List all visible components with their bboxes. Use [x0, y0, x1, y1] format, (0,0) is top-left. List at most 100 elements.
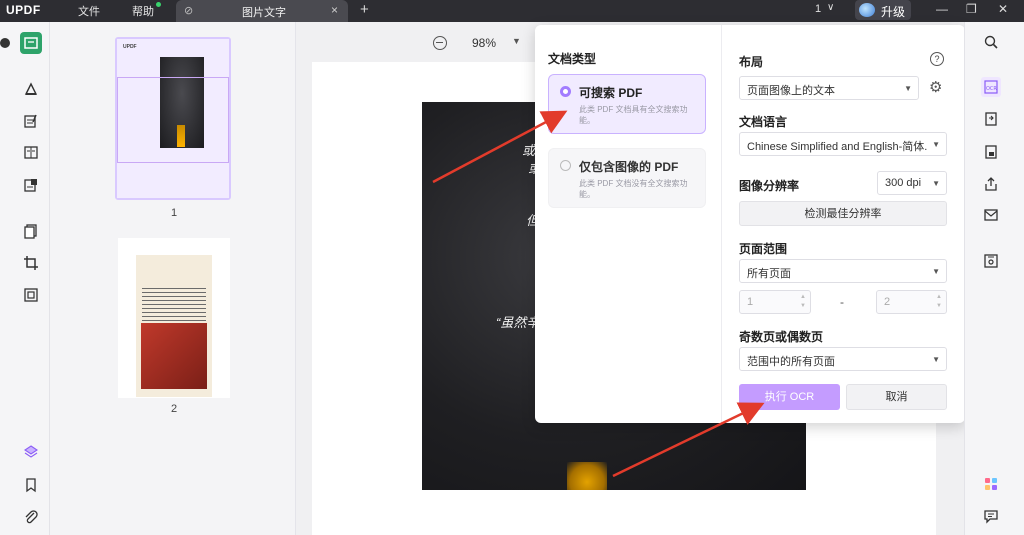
page-range-label: 页面范围 [739, 242, 788, 256]
highlighter-icon [24, 82, 38, 95]
thumbnail-panel: UPDF 1 2 [50, 22, 296, 535]
minimize-button[interactable]: — [936, 2, 948, 16]
page-number-1: 1 [171, 207, 178, 219]
odd-even-value: 范围中的所有页面 [747, 356, 835, 368]
left-tool-rail [0, 22, 50, 535]
resolution-select[interactable]: 300 dpi ▼ [877, 171, 947, 195]
help-icon[interactable]: ? [930, 52, 944, 66]
email-button[interactable] [981, 205, 1001, 225]
upgrade-button[interactable]: 升级 [855, 0, 911, 20]
open-window-count[interactable]: 1 [815, 3, 821, 15]
protect-button[interactable] [981, 142, 1001, 162]
option-desc: 此类 PDF 文档具有全文搜索功能。 [579, 105, 688, 125]
save-button[interactable] [981, 251, 1001, 271]
convert-icon [985, 112, 997, 126]
option-searchable-pdf[interactable]: 可搜索 PDF 此类 PDF 文档具有全文搜索功能。 [548, 74, 706, 134]
road-light [567, 462, 607, 490]
option-title: 仅包含图像的 PDF [579, 160, 679, 174]
document-tab[interactable]: ⊘ 图片文字 × [176, 0, 348, 22]
new-tab-button[interactable]: + [360, 1, 369, 18]
dialog-divider [721, 25, 722, 423]
resolution-label: 图像分辨率 [739, 179, 800, 193]
stepper-icon[interactable]: ▲ ▼ [800, 293, 806, 311]
radio-unselected[interactable] [560, 160, 571, 171]
collapse-handle[interactable] [0, 38, 10, 48]
range-to-value: 2 [884, 296, 891, 308]
option-image-only-pdf[interactable]: 仅包含图像的 PDF 此类 PDF 文档没有全文搜索功能。 [548, 148, 706, 208]
chevron-down-icon: ▼ [932, 355, 940, 364]
page-number-2: 2 [171, 403, 178, 415]
odd-even-select[interactable]: 范围中的所有页面 ▼ [739, 347, 947, 371]
thumbnail-page-1[interactable]: UPDF [115, 37, 231, 200]
layout-label: 布局 [739, 55, 764, 69]
convert-button[interactable] [981, 109, 1001, 129]
crop-icon [24, 256, 38, 270]
reader-mode-button[interactable] [20, 32, 42, 54]
language-label: 文档语言 [739, 115, 788, 129]
chevron-down-icon: ▼ [932, 267, 940, 276]
range-from-value: 1 [747, 296, 754, 308]
range-to-input[interactable]: 2 ▲ ▼ [876, 290, 947, 314]
pages-icon [24, 224, 37, 239]
edit-text-icon [24, 114, 37, 128]
doc-type-panel: 文档类型 可搜索 PDF 此类 PDF 文档具有全文搜索功能。 仅包含图像的 P… [535, 25, 721, 423]
stepper-icon[interactable]: ▲ ▼ [936, 293, 942, 311]
page-range-select[interactable]: 所有页面 ▼ [739, 259, 947, 283]
thumb-image [136, 255, 212, 397]
chevron-down-icon[interactable]: ▼ [512, 36, 521, 46]
save-icon [984, 254, 998, 268]
share-button[interactable] [981, 174, 1001, 194]
detect-resolution-button[interactable]: 检测最佳分辨率 [739, 201, 947, 226]
search-icon [984, 35, 998, 49]
ai-icon [985, 478, 997, 490]
form-tool-button[interactable] [20, 141, 42, 163]
gear-icon[interactable]: ⚙ [929, 78, 942, 96]
crop-tool-button[interactable] [20, 252, 42, 274]
avatar [859, 3, 875, 17]
upgrade-label: 升级 [881, 5, 906, 19]
layout-select[interactable]: 页面图像上的文本 ▼ [739, 76, 919, 100]
comment-icon [984, 510, 998, 524]
chevron-down-icon[interactable]: ∨ [827, 2, 834, 13]
app-logo: UPDF [6, 3, 41, 17]
layers-button[interactable] [20, 441, 42, 463]
form-icon [24, 146, 38, 159]
thumbnail-page-2[interactable] [118, 238, 230, 398]
comment-list-button[interactable] [981, 506, 1001, 526]
notification-dot [156, 2, 161, 7]
ocr-button[interactable]: OCR [981, 77, 1001, 97]
tab-title: 图片文字 [242, 7, 286, 19]
mail-icon [984, 209, 998, 221]
restore-button[interactable]: ❐ [966, 2, 977, 16]
menu-help[interactable]: 帮助 [132, 3, 154, 19]
radio-selected[interactable] [560, 86, 571, 97]
zoom-level[interactable]: 98% [472, 36, 496, 50]
run-ocr-button[interactable]: 执行 OCR [739, 384, 840, 410]
organize-pages-button[interactable] [20, 220, 42, 242]
tab-close-icon[interactable]: × [331, 3, 338, 17]
right-tool-rail: OCR [964, 22, 1024, 535]
ocr-tool-button[interactable] [20, 284, 42, 306]
comment-tool-button[interactable] [20, 78, 42, 100]
doc-type-label: 文档类型 [548, 52, 597, 66]
ai-assistant-button[interactable] [981, 474, 1001, 494]
language-select[interactable]: Chinese Simplified and English-简体... ▼ [739, 132, 947, 156]
option-desc: 此类 PDF 文档没有全文搜索功能。 [579, 179, 688, 199]
bookmark-button[interactable] [20, 474, 42, 496]
attachment-button[interactable] [20, 506, 42, 528]
range-from-input[interactable]: 1 ▲ ▼ [739, 290, 811, 314]
close-window-button[interactable]: ✕ [998, 2, 1008, 16]
cloud-off-icon: ⊘ [184, 5, 194, 17]
sign-tool-button[interactable] [20, 174, 42, 196]
page-tools-icon [24, 288, 38, 302]
odd-even-label: 奇数页或偶数页 [739, 330, 824, 344]
svg-text:OCR: OCR [986, 86, 997, 92]
edit-tool-button[interactable] [20, 110, 42, 132]
lock-icon [985, 145, 997, 159]
menu-file[interactable]: 文件 [78, 3, 100, 19]
cancel-button[interactable]: 取消 [846, 384, 947, 410]
chevron-down-icon: ▼ [932, 179, 940, 188]
search-button[interactable] [981, 32, 1001, 52]
zoom-out-icon[interactable] [433, 36, 447, 50]
share-icon [985, 177, 997, 191]
